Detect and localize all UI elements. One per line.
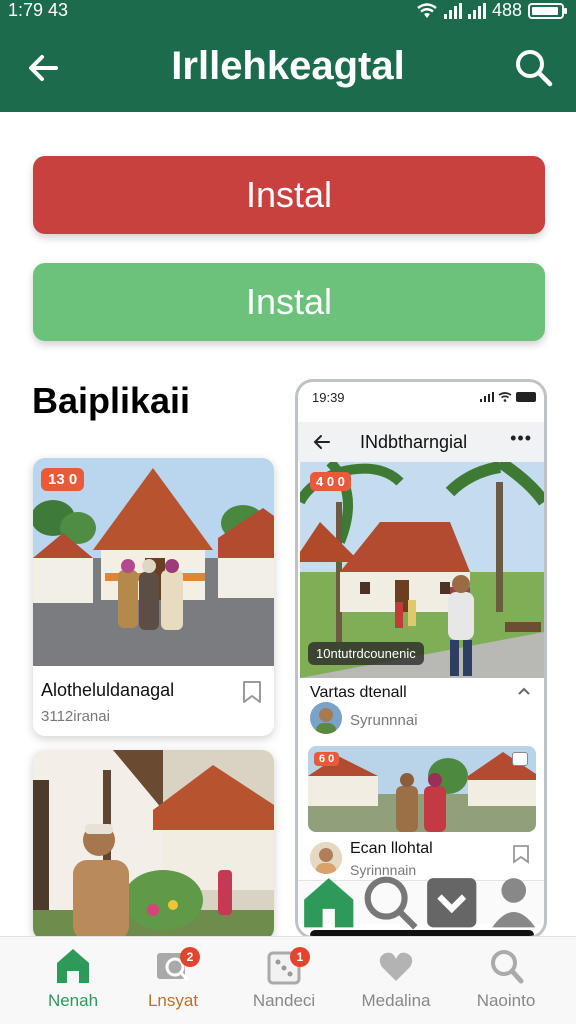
phone-item-title: Ecan llohtal <box>350 840 433 857</box>
signal-icon-2 <box>467 2 486 19</box>
battery-percent: 488 <box>491 0 522 20</box>
phone-back-arrow-icon[interactable] <box>312 432 332 452</box>
status-time: 1:79 43 <box>8 0 69 20</box>
page-title: Irllehkeagtal <box>171 44 405 88</box>
phone-image-badge: 4 0 0 <box>310 472 351 491</box>
phone-profile-icon[interactable] <box>483 872 545 934</box>
nav-item-naointo[interactable]: Naointo <box>451 937 561 1024</box>
house-photo: 13 0 <box>33 458 274 666</box>
search-icon[interactable] <box>512 46 554 88</box>
wifi-icon <box>417 2 437 18</box>
app-bar: 1:79 43 488 Irllehkeagtal <box>0 0 576 112</box>
chevron-up-icon[interactable] <box>518 686 530 696</box>
install-button-green[interactable]: Instal <box>33 263 545 341</box>
nav-label-home: Nenah <box>47 991 99 1010</box>
home-icon <box>57 949 89 983</box>
phone-preview: 19:39 INdbtharngial ••• 4 0 0 10ntutrdco… <box>295 379 547 939</box>
nav-label-medalina: Medalina <box>361 991 431 1010</box>
heart-icon <box>379 952 413 981</box>
author-name: Syrunnnai <box>350 712 418 729</box>
phone-item-photo[interactable]: 6 0 <box>308 746 536 832</box>
avatar-2 <box>310 842 342 874</box>
phone-wifi-icon <box>498 392 512 402</box>
nav-item-medalina[interactable]: Medalina <box>341 937 451 1024</box>
more-options-icon[interactable]: ••• <box>510 428 532 449</box>
section-title: Baiplikaii <box>32 380 191 421</box>
nav-item-lnsyat[interactable]: 2 Lnsyat <box>118 937 228 1024</box>
phone-home-icon[interactable] <box>298 872 360 934</box>
nav-badge: 2 <box>180 947 200 967</box>
nav-item-nandeci[interactable]: 1 Nandeci <box>229 937 339 1024</box>
phone-signal-icon <box>480 392 494 402</box>
phone-card-badge: 6 0 <box>314 752 340 766</box>
signal-icon <box>443 2 462 19</box>
status-icons: 488 <box>416 0 567 21</box>
phone-bottom-nav <box>298 876 544 930</box>
phone-page-title: INdbtharngial <box>360 432 468 452</box>
nav-label-lnsyat: Lnsyat <box>147 991 199 1010</box>
phone-section-title: Vartas dtenall <box>310 684 407 701</box>
phone-status-time: 19:39 <box>312 390 345 405</box>
card-badge: 13 0 <box>41 468 85 491</box>
phone-inbox-icon[interactable] <box>421 872 483 934</box>
card-title: Alotheluldanagal <box>41 680 175 700</box>
bottom-nav: Nenah 2 Lnsyat 1 Nandeci Medalina Naoint… <box>0 936 576 1024</box>
phone-image-caption: 10ntutrdcounenic <box>308 642 424 665</box>
listing-card-2[interactable] <box>33 750 274 940</box>
nav-label-nandeci: Nandeci <box>252 991 316 1010</box>
village-photo <box>33 750 274 940</box>
phone-hero-photo: 4 0 0 10ntutrdcounenic <box>300 462 544 678</box>
phone-app-bar: INdbtharngial ••• <box>298 422 544 462</box>
card-subtitle: 3112iranai <box>41 708 110 725</box>
install-button-red[interactable]: Instal <box>33 156 545 234</box>
nav-item-home[interactable]: Nenah <box>18 937 128 1024</box>
checkbox[interactable] <box>512 752 528 766</box>
bookmark-icon[interactable] <box>242 680 262 704</box>
status-bar: 1:79 43 488 <box>0 0 576 22</box>
search-icon <box>491 950 524 984</box>
avatar <box>310 702 342 734</box>
listing-card[interactable]: 13 0 Alotheluldanagal 3112iranai <box>33 458 274 736</box>
nav-badge-2: 1 <box>290 947 310 967</box>
battery-icon <box>528 2 567 19</box>
phone-search-icon[interactable] <box>360 872 422 934</box>
phone-battery-icon <box>516 392 536 402</box>
phone-bookmark-icon[interactable] <box>512 844 530 864</box>
nav-label-naointo: Naointo <box>476 991 536 1010</box>
phone-status-icons <box>480 392 536 402</box>
